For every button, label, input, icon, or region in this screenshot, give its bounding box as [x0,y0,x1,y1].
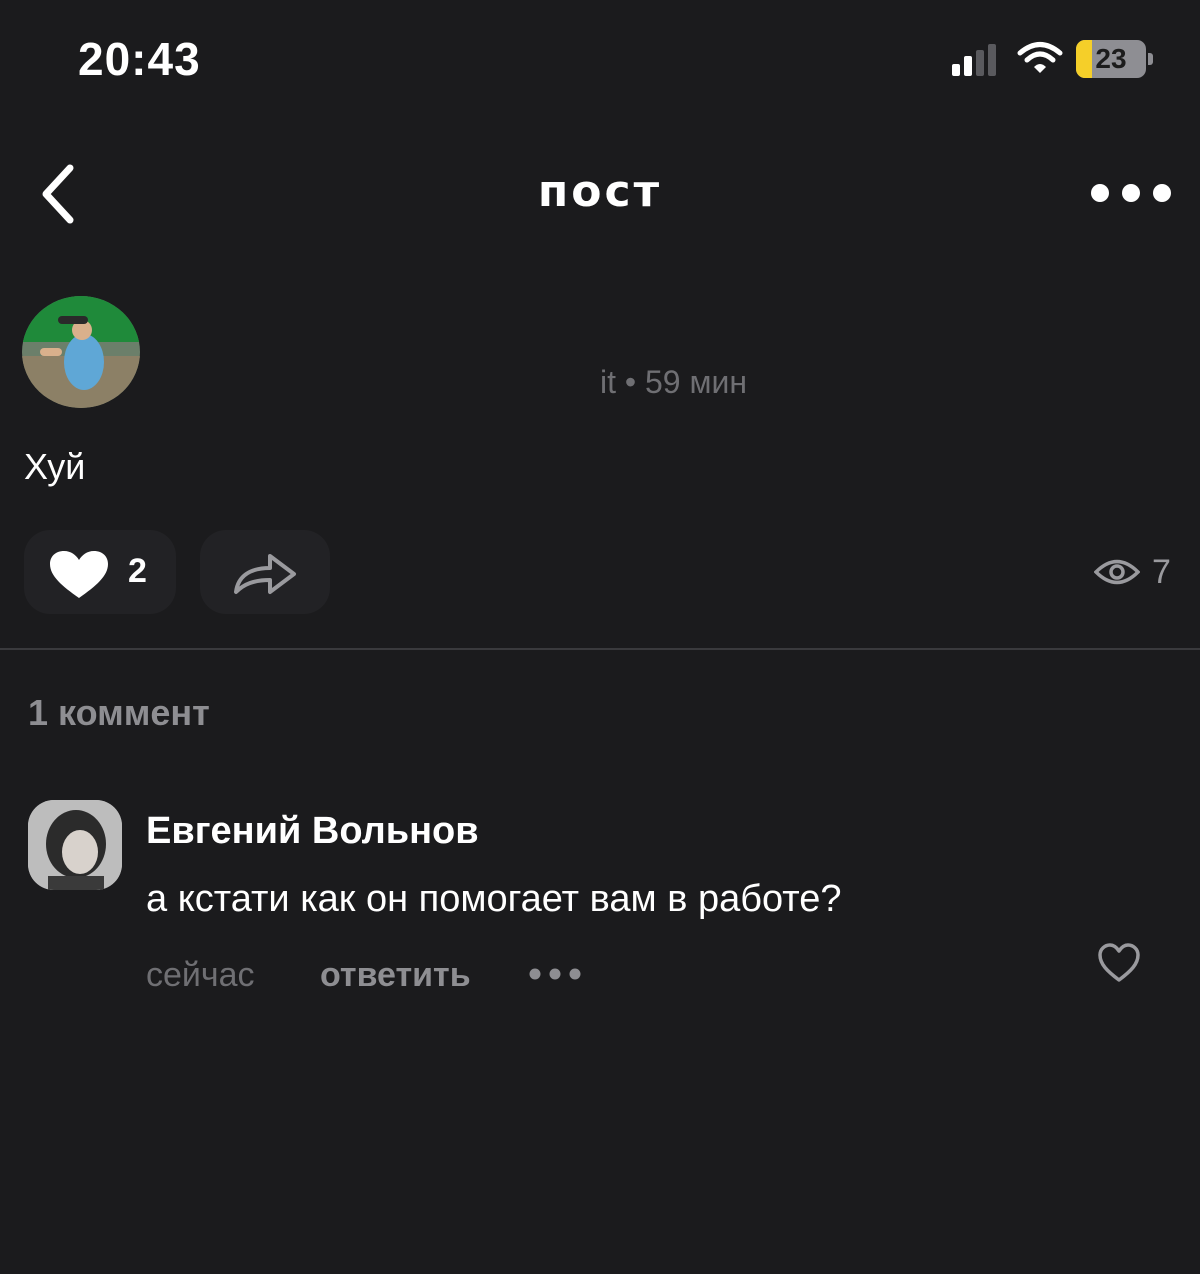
status-time: 20:43 [78,33,201,85]
like-count: 2 [128,552,147,590]
battery-level: 23 [1095,43,1127,74]
comment-like-button[interactable] [1096,940,1142,986]
comment-more-button[interactable] [528,964,582,984]
share-arrow-icon [234,554,296,594]
comment-author-name[interactable]: Евгений Вольнов [146,810,479,853]
reply-button[interactable]: ответить [320,956,471,995]
share-button[interactable] [200,530,330,614]
views-count: 7 [1152,552,1171,591]
eye-icon [1094,559,1140,585]
back-button[interactable] [36,162,80,226]
cellular-signal-icon [952,44,996,76]
heart-filled-icon [50,551,108,598]
post-author-avatar[interactable] [22,296,140,408]
page-title: пост [537,166,663,217]
comment-timestamp: сейчас [146,956,255,994]
comment-text: а кстати как он помогает вам в работе? [146,878,842,920]
wifi-icon [1017,42,1063,73]
battery-icon: 23 [1076,40,1154,78]
like-button[interactable]: 2 [24,530,176,614]
views-counter: 7 [1094,550,1171,594]
comments-count: 1 коммент [28,692,210,733]
divider [0,648,1200,650]
post-meta: it • 59 мин [600,364,748,400]
post-text: Хуй [24,446,86,487]
more-options-button[interactable] [1088,178,1174,208]
comment-author-avatar[interactable] [28,800,122,890]
